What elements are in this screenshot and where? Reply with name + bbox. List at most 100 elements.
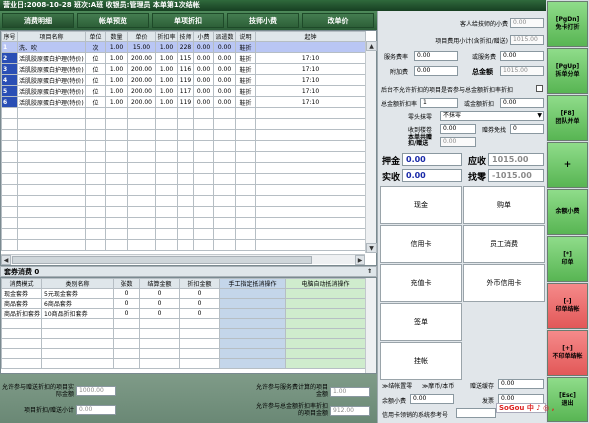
- manual-offset-cell[interactable]: [219, 308, 286, 319]
- pay-foreign-card-button[interactable]: 外币信用卡: [463, 264, 545, 302]
- tab-tech-tip[interactable]: 技师小费: [227, 13, 299, 28]
- empty-cell: [219, 338, 286, 349]
- empty-cell: [1, 184, 18, 196]
- col-header[interactable]: 序号: [1, 31, 18, 42]
- guest-tip-field[interactable]: 0.00: [510, 18, 544, 28]
- collapse-icon[interactable]: ⇑: [365, 267, 374, 276]
- col-header[interactable]: 单位: [85, 31, 106, 42]
- auto-offset-cell[interactable]: [285, 308, 366, 319]
- col-header[interactable]: 项目名称: [17, 31, 86, 42]
- checkout-no-print-button[interactable]: [+] 不印单结帐: [547, 330, 588, 376]
- bill-zero-link[interactable]: ≫结帐置零: [382, 381, 412, 390]
- change-field[interactable]: -1015.00: [488, 169, 544, 182]
- bill-gift-field[interactable]: 0.00: [440, 137, 476, 147]
- manual-offset-cell[interactable]: [219, 288, 286, 299]
- group-merge-button[interactable]: [F8] 团队并单: [547, 95, 588, 141]
- col-header[interactable]: 说明: [235, 31, 256, 42]
- table-row[interactable]: 现金套券 5元现金套券 0 0 0: [1, 288, 366, 299]
- scroll-left-icon[interactable]: ◀: [1, 255, 11, 265]
- tab-item-discount[interactable]: 单项折扣: [152, 13, 224, 28]
- surcharge-field[interactable]: 0.00: [414, 66, 458, 76]
- package-scrollbar[interactable]: [365, 278, 376, 373]
- pay-purchase-button[interactable]: 购单: [463, 186, 545, 224]
- auto-offset-cell[interactable]: [285, 288, 366, 299]
- col-header[interactable]: 单价: [127, 31, 156, 42]
- empty-cell: [1, 348, 42, 359]
- empty-cell: [85, 217, 106, 229]
- table-row[interactable]: 商品套券 6商品套券 0 0 0: [1, 298, 366, 309]
- table-row[interactable]: 4 活肌胶原蛋白护理(特价) 位 1.00 200.00 1.00 119 0.00 0.00 鞋…: [1, 74, 366, 86]
- gift-cache-field[interactable]: 0.00: [498, 379, 544, 389]
- discountable-amount-field[interactable]: 1000.00: [76, 386, 116, 396]
- split-bill-button[interactable]: [PgUp] 拆单分单: [547, 48, 588, 94]
- total-discount-base-field[interactable]: 912.00: [330, 406, 370, 416]
- non-discount-checkbox[interactable]: [536, 85, 543, 92]
- pay-staff-button[interactable]: 员工消费: [463, 225, 545, 263]
- pay-credit-card-button[interactable]: 信用卡: [380, 225, 462, 263]
- items-horizontal-scrollbar[interactable]: ◀ ▶: [1, 254, 365, 265]
- deposit-field[interactable]: 0.00: [402, 153, 462, 166]
- exit-button[interactable]: [Esc] 退出: [547, 377, 588, 422]
- tab-consumption-detail[interactable]: 消费明细: [2, 13, 74, 28]
- col-header[interactable]: 电脑自动抵消操作: [285, 278, 366, 289]
- scroll-down-icon[interactable]: ▼: [366, 243, 377, 253]
- received-field[interactable]: 0.00: [402, 169, 462, 182]
- col-header[interactable]: 消费模式: [1, 278, 42, 289]
- pay-stored-card-button[interactable]: 充值卡: [380, 264, 462, 302]
- rounding-select[interactable]: 不抹零 ▼: [440, 111, 544, 121]
- pay-hang-account-button[interactable]: 挂帐: [380, 342, 462, 380]
- pay-sign-button[interactable]: 签单: [380, 303, 462, 341]
- scroll-up-icon[interactable]: ▲: [366, 41, 377, 51]
- discount-subtotal-field[interactable]: 0.00: [76, 405, 116, 415]
- table-row[interactable]: 商品折扣套券 10商品折扣套券 0 0 0: [1, 308, 366, 319]
- scroll-right-icon[interactable]: ▶: [355, 255, 365, 265]
- col-header[interactable]: 折扣率: [155, 31, 178, 42]
- card-discount-button[interactable]: [PgDn] 免卡打折: [547, 1, 588, 47]
- items-vertical-scrollbar[interactable]: ▲ ▼: [365, 41, 377, 253]
- col-header[interactable]: 派遣数: [213, 31, 236, 42]
- service-rate-field[interactable]: 0.00: [414, 51, 458, 61]
- tab-bill-preview[interactable]: 帐单预览: [77, 13, 149, 28]
- print-bill-button[interactable]: [*] 印单: [547, 236, 588, 282]
- col-header[interactable]: 类别名称: [41, 278, 114, 289]
- table-row[interactable]: 3 活肌胶原蛋白护理(特价) 位 1.00 200.00 1.00 116 0.00 0.00 鞋…: [1, 63, 366, 75]
- print-and-checkout-button[interactable]: [-] 印单结帐: [547, 283, 588, 329]
- receivable-field[interactable]: 1015.00: [488, 153, 544, 166]
- chevron-down-icon[interactable]: ▼: [537, 112, 542, 120]
- col-header[interactable]: 小费: [193, 31, 214, 42]
- total-rate-field[interactable]: 1: [420, 98, 458, 108]
- balance-tip-button[interactable]: 余额小费: [547, 189, 588, 235]
- card-ref-field[interactable]: [456, 408, 496, 418]
- service-base-field[interactable]: 1.00: [330, 387, 370, 397]
- bill-free-field[interactable]: 0: [510, 124, 544, 134]
- scroll-thumb[interactable]: [12, 256, 312, 264]
- col-header[interactable]: 张数: [113, 278, 140, 289]
- col-header[interactable]: 起钟: [255, 31, 366, 42]
- pay-cash-button[interactable]: 现金: [380, 186, 462, 224]
- currency-link[interactable]: ≫摩币/本币: [422, 381, 454, 390]
- col-header[interactable]: 折扣金额: [179, 278, 220, 289]
- table-row[interactable]: 2 活肌胶原蛋白护理(特价) 位 1.00 200.00 1.00 115 0.00 0.00 鞋…: [1, 52, 366, 64]
- ime-toolbar[interactable]: SoGou 中 ♪ ◎ ,: [496, 403, 554, 413]
- col-header[interactable]: 数量: [105, 31, 128, 42]
- subtotal-field[interactable]: 1015.00: [510, 35, 544, 45]
- col-header[interactable]: 结算金额: [139, 278, 180, 289]
- or-discount-field[interactable]: 0.00: [500, 98, 544, 108]
- empty-cell: [213, 162, 236, 174]
- voucher-field[interactable]: 0.00: [440, 124, 476, 134]
- manual-offset-cell[interactable]: [219, 298, 286, 309]
- tab-change-price[interactable]: 改单价: [302, 13, 374, 28]
- table-row[interactable]: 1 洗、吹次 1.00 15.00 1.00 228 0.00 0.00 鞋折: [1, 41, 366, 53]
- empty-row: [1, 328, 366, 339]
- table-row[interactable]: 6 活肌胶原蛋白护理(特价) 位 1.00 200.00 1.00 119 0.00 0.00 鞋…: [1, 96, 366, 108]
- service-fee-field[interactable]: 0.00: [500, 51, 544, 61]
- remain-tip-field[interactable]: 0.00: [410, 394, 454, 404]
- empty-cell: [105, 140, 128, 152]
- total-field[interactable]: 1015.00: [500, 66, 544, 76]
- col-header[interactable]: 技师: [177, 31, 194, 42]
- empty-row: [1, 151, 366, 163]
- plus-button[interactable]: +: [547, 142, 588, 188]
- col-header[interactable]: 手工指定抵消操作: [219, 278, 286, 289]
- table-row[interactable]: 5 活肌胶原蛋白护理(特价) 位 1.00 200.00 1.00 117 0.00 0.00 鞋…: [1, 85, 366, 97]
- auto-offset-cell[interactable]: [285, 298, 366, 309]
